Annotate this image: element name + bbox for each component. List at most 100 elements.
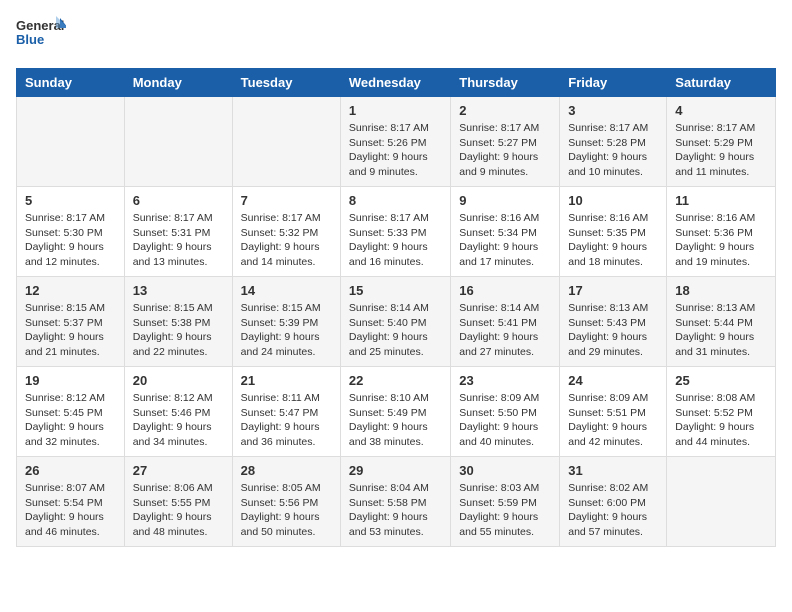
calendar-cell: 22Sunrise: 8:10 AM Sunset: 5:49 PM Dayli…	[340, 367, 450, 457]
day-detail: Sunrise: 8:17 AM Sunset: 5:27 PM Dayligh…	[459, 121, 551, 180]
day-detail: Sunrise: 8:15 AM Sunset: 5:37 PM Dayligh…	[25, 301, 116, 360]
calendar-cell: 7 Sunrise: 8:17 AM Sunset: 5:32 PM Daylig…	[232, 187, 340, 277]
day-number: 19	[25, 373, 116, 388]
day-header-friday: Friday	[560, 69, 667, 97]
calendar-cell: 5 Sunrise: 8:17 AM Sunset: 5:30 PM Daylig…	[17, 187, 125, 277]
day-number: 26	[25, 463, 116, 478]
day-number: 13	[133, 283, 224, 298]
day-number: 31	[568, 463, 658, 478]
logo: General Blue	[16, 16, 66, 56]
calendar-cell: 16 Sunrise: 8:14 AM Sunset: 5:41 PM Dayli…	[451, 277, 560, 367]
day-detail: Sunrise: 8:02 AM Sunset: 6:00 PM Dayligh…	[568, 481, 658, 540]
calendar-week-row: 1 Sunrise: 8:17 AM Sunset: 5:26 PM Daylig…	[17, 97, 776, 187]
calendar-cell: 26 Sunrise: 8:07 AM Sunset: 5:54 PM Dayli…	[17, 457, 125, 547]
day-number: 12	[25, 283, 116, 298]
day-detail: Sunrise: 8:05 AM Sunset: 5:56 PM Dayligh…	[241, 481, 332, 540]
day-detail: Sunrise: 8:03 AM Sunset: 5:59 PM Dayligh…	[459, 481, 551, 540]
day-detail: Sunrise: 8:06 AM Sunset: 5:55 PM Dayligh…	[133, 481, 224, 540]
calendar-cell: 13 Sunrise: 8:15 AM Sunset: 5:38 PM Dayli…	[124, 277, 232, 367]
day-detail: Sunrise: 8:04 AM Sunset: 5:58 PM Dayligh…	[349, 481, 442, 540]
day-detail: Sunrise: 8:16 AM Sunset: 5:34 PM Dayligh…	[459, 211, 551, 270]
calendar-cell: 2 Sunrise: 8:17 AM Sunset: 5:27 PM Daylig…	[451, 97, 560, 187]
calendar-cell: 23 Sunrise: 8:09 AM Sunset: 5:50 PM Dayli…	[451, 367, 560, 457]
day-detail: Sunrise: 8:15 AM Sunset: 5:38 PM Dayligh…	[133, 301, 224, 360]
day-header-tuesday: Tuesday	[232, 69, 340, 97]
day-number: 18	[675, 283, 767, 298]
day-detail: Sunrise: 8:17 AM Sunset: 5:32 PM Dayligh…	[241, 211, 332, 270]
calendar-cell: 20Sunrise: 8:12 AM Sunset: 5:46 PM Dayli…	[124, 367, 232, 457]
calendar-table: SundayMondayTuesdayWednesdayThursdayFrid…	[16, 68, 776, 547]
calendar-cell	[667, 457, 776, 547]
calendar-cell: 27Sunrise: 8:06 AM Sunset: 5:55 PM Dayli…	[124, 457, 232, 547]
day-detail: Sunrise: 8:17 AM Sunset: 5:31 PM Dayligh…	[133, 211, 224, 270]
day-header-sunday: Sunday	[17, 69, 125, 97]
logo-icon: General Blue	[16, 16, 66, 56]
day-detail: Sunrise: 8:17 AM Sunset: 5:28 PM Dayligh…	[568, 121, 658, 180]
day-header-wednesday: Wednesday	[340, 69, 450, 97]
day-detail: Sunrise: 8:11 AM Sunset: 5:47 PM Dayligh…	[241, 391, 332, 450]
calendar-week-row: 5 Sunrise: 8:17 AM Sunset: 5:30 PM Daylig…	[17, 187, 776, 277]
calendar-cell: 3Sunrise: 8:17 AM Sunset: 5:28 PM Daylig…	[560, 97, 667, 187]
day-detail: Sunrise: 8:13 AM Sunset: 5:43 PM Dayligh…	[568, 301, 658, 360]
calendar-header-row: SundayMondayTuesdayWednesdayThursdayFrid…	[17, 69, 776, 97]
day-number: 9	[459, 193, 551, 208]
day-header-thursday: Thursday	[451, 69, 560, 97]
calendar-cell: 15Sunrise: 8:14 AM Sunset: 5:40 PM Dayli…	[340, 277, 450, 367]
day-header-saturday: Saturday	[667, 69, 776, 97]
calendar-cell: 18 Sunrise: 8:13 AM Sunset: 5:44 PM Dayli…	[667, 277, 776, 367]
day-number: 15	[349, 283, 442, 298]
day-detail: Sunrise: 8:12 AM Sunset: 5:45 PM Dayligh…	[25, 391, 116, 450]
day-detail: Sunrise: 8:17 AM Sunset: 5:33 PM Dayligh…	[349, 211, 442, 270]
calendar-cell: 12 Sunrise: 8:15 AM Sunset: 5:37 PM Dayli…	[17, 277, 125, 367]
day-detail: Sunrise: 8:09 AM Sunset: 5:50 PM Dayligh…	[459, 391, 551, 450]
day-detail: Sunrise: 8:07 AM Sunset: 5:54 PM Dayligh…	[25, 481, 116, 540]
day-number: 10	[568, 193, 658, 208]
calendar-cell: 28 Sunrise: 8:05 AM Sunset: 5:56 PM Dayli…	[232, 457, 340, 547]
calendar-cell: 8Sunrise: 8:17 AM Sunset: 5:33 PM Daylig…	[340, 187, 450, 277]
svg-text:Blue: Blue	[16, 32, 44, 47]
day-number: 4	[675, 103, 767, 118]
calendar-cell: 31 Sunrise: 8:02 AM Sunset: 6:00 PM Dayli…	[560, 457, 667, 547]
day-number: 25	[675, 373, 767, 388]
day-number: 29	[349, 463, 442, 478]
day-number: 21	[241, 373, 332, 388]
day-number: 7	[241, 193, 332, 208]
calendar-cell: 6Sunrise: 8:17 AM Sunset: 5:31 PM Daylig…	[124, 187, 232, 277]
calendar-cell: 11Sunrise: 8:16 AM Sunset: 5:36 PM Dayli…	[667, 187, 776, 277]
day-number: 1	[349, 103, 442, 118]
day-number: 28	[241, 463, 332, 478]
day-number: 24	[568, 373, 658, 388]
day-number: 5	[25, 193, 116, 208]
calendar-cell: 21 Sunrise: 8:11 AM Sunset: 5:47 PM Dayli…	[232, 367, 340, 457]
day-number: 16	[459, 283, 551, 298]
day-detail: Sunrise: 8:16 AM Sunset: 5:35 PM Dayligh…	[568, 211, 658, 270]
day-detail: Sunrise: 8:15 AM Sunset: 5:39 PM Dayligh…	[241, 301, 332, 360]
calendar-cell: 25 Sunrise: 8:08 AM Sunset: 5:52 PM Dayli…	[667, 367, 776, 457]
calendar-cell: 9 Sunrise: 8:16 AM Sunset: 5:34 PM Daylig…	[451, 187, 560, 277]
day-detail: Sunrise: 8:17 AM Sunset: 5:26 PM Dayligh…	[349, 121, 442, 180]
calendar-cell	[232, 97, 340, 187]
calendar-cell: 1 Sunrise: 8:17 AM Sunset: 5:26 PM Daylig…	[340, 97, 450, 187]
calendar-week-row: 26 Sunrise: 8:07 AM Sunset: 5:54 PM Dayli…	[17, 457, 776, 547]
calendar-cell: 29 Sunrise: 8:04 AM Sunset: 5:58 PM Dayli…	[340, 457, 450, 547]
day-detail: Sunrise: 8:08 AM Sunset: 5:52 PM Dayligh…	[675, 391, 767, 450]
calendar-cell: 10 Sunrise: 8:16 AM Sunset: 5:35 PM Dayli…	[560, 187, 667, 277]
day-detail: Sunrise: 8:14 AM Sunset: 5:41 PM Dayligh…	[459, 301, 551, 360]
day-detail: Sunrise: 8:17 AM Sunset: 5:29 PM Dayligh…	[675, 121, 767, 180]
calendar-cell: 24 Sunrise: 8:09 AM Sunset: 5:51 PM Dayli…	[560, 367, 667, 457]
calendar-cell: 4 Sunrise: 8:17 AM Sunset: 5:29 PM Daylig…	[667, 97, 776, 187]
calendar-week-row: 12 Sunrise: 8:15 AM Sunset: 5:37 PM Dayli…	[17, 277, 776, 367]
day-number: 17	[568, 283, 658, 298]
day-number: 11	[675, 193, 767, 208]
day-detail: Sunrise: 8:09 AM Sunset: 5:51 PM Dayligh…	[568, 391, 658, 450]
day-number: 20	[133, 373, 224, 388]
day-number: 2	[459, 103, 551, 118]
day-number: 14	[241, 283, 332, 298]
day-number: 23	[459, 373, 551, 388]
day-detail: Sunrise: 8:13 AM Sunset: 5:44 PM Dayligh…	[675, 301, 767, 360]
day-number: 30	[459, 463, 551, 478]
calendar-cell: 19 Sunrise: 8:12 AM Sunset: 5:45 PM Dayli…	[17, 367, 125, 457]
calendar-cell	[124, 97, 232, 187]
day-detail: Sunrise: 8:17 AM Sunset: 5:30 PM Dayligh…	[25, 211, 116, 270]
calendar-week-row: 19 Sunrise: 8:12 AM Sunset: 5:45 PM Dayli…	[17, 367, 776, 457]
